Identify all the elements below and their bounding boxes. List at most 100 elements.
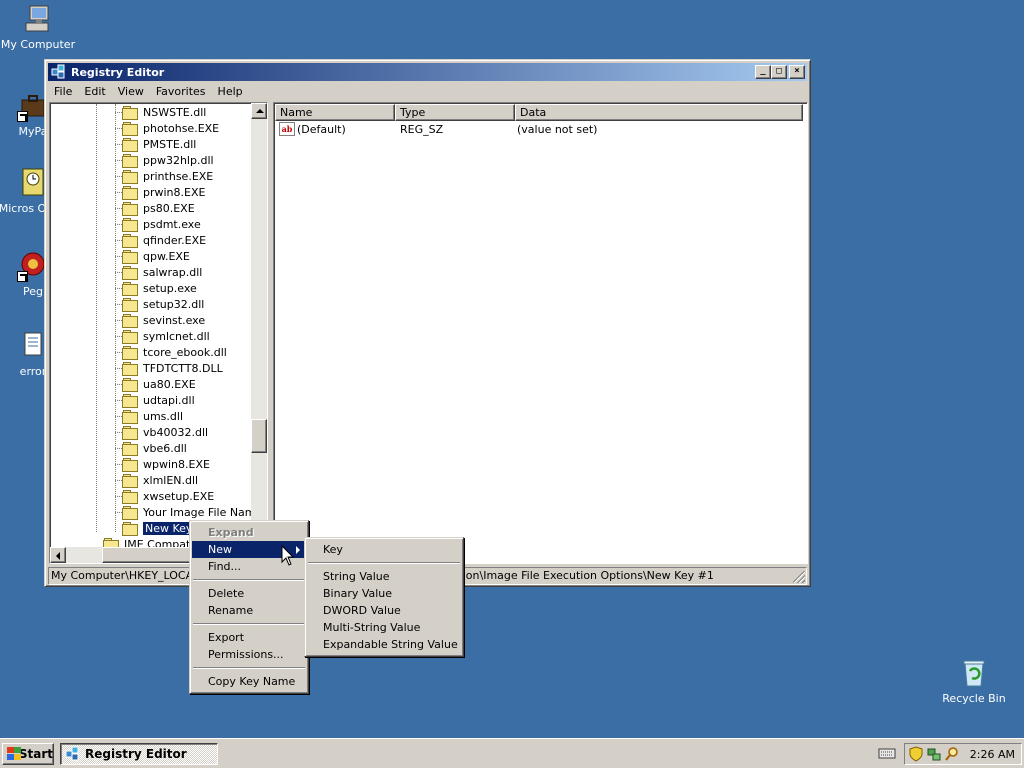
folder-icon <box>122 233 138 248</box>
column-header-name[interactable]: Name <box>275 104 395 121</box>
menu-help[interactable]: Help <box>212 85 249 98</box>
search-icon[interactable] <box>945 746 959 762</box>
system-tray: 2:26 AM <box>904 743 1022 765</box>
network-icon[interactable] <box>927 746 941 762</box>
values-list-pane[interactable]: Name Type Data ab (Default) REG_SZ (valu… <box>273 102 808 564</box>
tree-item[interactable]: xwsetup.EXE <box>115 488 214 504</box>
desktop-icon-my-computer[interactable]: My Computer <box>0 3 76 51</box>
close-button[interactable]: × <box>789 65 805 79</box>
start-button[interactable]: Start <box>2 743 54 765</box>
submenu-item-key[interactable]: Key <box>307 541 461 558</box>
arrow-left-icon <box>56 552 60 560</box>
start-label: Start <box>18 747 53 761</box>
tree-item[interactable]: ums.dll <box>115 408 183 424</box>
tree-item[interactable]: ppw32hlp.dll <box>115 152 214 168</box>
tree-item[interactable]: vbe6.dll <box>115 440 187 456</box>
menu-item-copy-key-name[interactable]: Copy Key Name <box>192 673 306 690</box>
menu-separator <box>193 667 305 669</box>
value-name: (Default) <box>297 122 346 136</box>
key-tree-pane[interactable]: NSWSTE.dll photohse.EXE PMSTE.dll ppw32hlp.… <box>49 102 268 564</box>
tree-item[interactable]: prwin8.EXE <box>115 184 205 200</box>
tree-item-label: NSWSTE.dll <box>143 105 207 119</box>
maximize-icon: □ <box>776 66 782 76</box>
folder-icon <box>122 377 138 392</box>
tree-item[interactable]: tcore_ebook.dll <box>115 344 227 360</box>
keyboard-icon[interactable] <box>878 746 896 760</box>
menu-item-expand[interactable]: Expand <box>192 524 306 541</box>
scroll-up-button[interactable] <box>251 103 267 119</box>
folder-icon <box>122 457 138 472</box>
menu-item-export[interactable]: Export <box>192 629 306 646</box>
tree-item-new-key[interactable]: New Key <box>122 520 195 536</box>
submenu-item-string-value[interactable]: String Value <box>307 568 461 585</box>
tree-item[interactable]: udtapi.dll <box>115 392 195 408</box>
tree-item[interactable]: sevinst.exe <box>115 312 206 328</box>
registry-editor-window: Registry Editor _ □ × File Edit View Fav… <box>44 59 811 587</box>
tree-item[interactable]: setup32.dll <box>115 296 205 312</box>
menu-edit[interactable]: Edit <box>78 85 111 98</box>
tree-item[interactable]: symlcnet.dll <box>115 328 210 344</box>
menu-favorites[interactable]: Favorites <box>150 85 212 98</box>
taskbar: Start Registry Editor 2:26 AM <box>0 738 1024 768</box>
minimize-button[interactable]: _ <box>755 65 771 79</box>
tree-item[interactable]: TFDTCTT8.DLL <box>115 360 223 376</box>
tree-item[interactable]: psdmt.exe <box>115 216 201 232</box>
scroll-thumb[interactable] <box>102 547 192 563</box>
tree-item[interactable]: Your Image File Name <box>115 504 262 520</box>
tree-item[interactable]: salwrap.dll <box>115 264 202 280</box>
tree-item[interactable]: printhse.EXE <box>115 168 213 184</box>
submenu-item-expandable-string-value[interactable]: Expandable String Value <box>307 636 461 653</box>
tree-item[interactable]: NSWSTE.dll <box>115 104 207 120</box>
tree-item-label: psdmt.exe <box>143 217 201 231</box>
title-bar[interactable]: Registry Editor _ □ × <box>48 63 807 81</box>
value-type: REG_SZ <box>400 122 444 136</box>
tree-item[interactable]: ps80.EXE <box>115 200 195 216</box>
menu-file[interactable]: File <box>48 85 78 98</box>
maximize-button[interactable]: □ <box>771 65 787 79</box>
clock[interactable]: 2:26 AM <box>970 748 1015 761</box>
tree-item-label: ppw32hlp.dll <box>143 153 214 167</box>
menu-item-delete[interactable]: Delete <box>192 585 306 602</box>
tree-item[interactable]: ua80.EXE <box>115 376 196 392</box>
folder-icon <box>122 345 138 360</box>
folder-icon <box>122 393 138 408</box>
tree-guide-line <box>115 104 116 532</box>
menu-view[interactable]: View <box>112 85 150 98</box>
tree-item[interactable]: wpwin8.EXE <box>115 456 210 472</box>
tree-item-label: PMSTE.dll <box>143 137 197 151</box>
scroll-thumb[interactable] <box>251 419 267 453</box>
desktop-icon-label: My Computer <box>0 38 76 51</box>
tree-item[interactable]: qfinder.EXE <box>115 232 206 248</box>
tree-item-label: vbe6.dll <box>143 441 187 455</box>
desktop-icon-label: Recycle Bin <box>942 692 1006 705</box>
registry-editor-icon <box>65 746 81 762</box>
desktop-icon-recycle-bin[interactable]: Recycle Bin <box>936 657 1012 705</box>
menu-item-permissions[interactable]: Permissions... <box>192 646 306 663</box>
submenu-item-multi-string-value[interactable]: Multi-String Value <box>307 619 461 636</box>
folder-icon <box>122 297 138 312</box>
tree-item[interactable]: PMSTE.dll <box>115 136 197 152</box>
submenu-item-dword-value[interactable]: DWORD Value <box>307 602 461 619</box>
tree-item[interactable]: xlmlEN.dll <box>115 472 198 488</box>
menu-item-rename[interactable]: Rename <box>192 602 306 619</box>
tree-item-label: setup32.dll <box>143 297 205 311</box>
tree-item[interactable]: setup.exe <box>115 280 197 296</box>
list-item[interactable]: ab (Default) REG_SZ (value not set) <box>275 121 597 137</box>
tree-item[interactable]: vb40032.dll <box>115 424 208 440</box>
column-header-data[interactable]: Data <box>515 104 803 121</box>
tree-item[interactable]: qpw.EXE <box>115 248 190 264</box>
folder-icon <box>122 121 138 136</box>
folder-icon <box>122 281 138 296</box>
scroll-left-button[interactable] <box>50 547 66 563</box>
column-header-type[interactable]: Type <box>395 104 515 121</box>
taskbar-button-registry-editor[interactable]: Registry Editor <box>60 743 218 765</box>
tree-item[interactable]: photohse.EXE <box>115 120 219 136</box>
close-icon: × <box>794 66 800 76</box>
security-shield-icon[interactable] <box>909 746 923 762</box>
tree-item-label: sevinst.exe <box>143 313 206 327</box>
resize-grip-icon[interactable] <box>793 571 805 583</box>
folder-icon <box>122 153 138 168</box>
recycle-bin-icon <box>958 657 990 689</box>
tree-vertical-scrollbar[interactable] <box>251 103 267 547</box>
submenu-item-binary-value[interactable]: Binary Value <box>307 585 461 602</box>
